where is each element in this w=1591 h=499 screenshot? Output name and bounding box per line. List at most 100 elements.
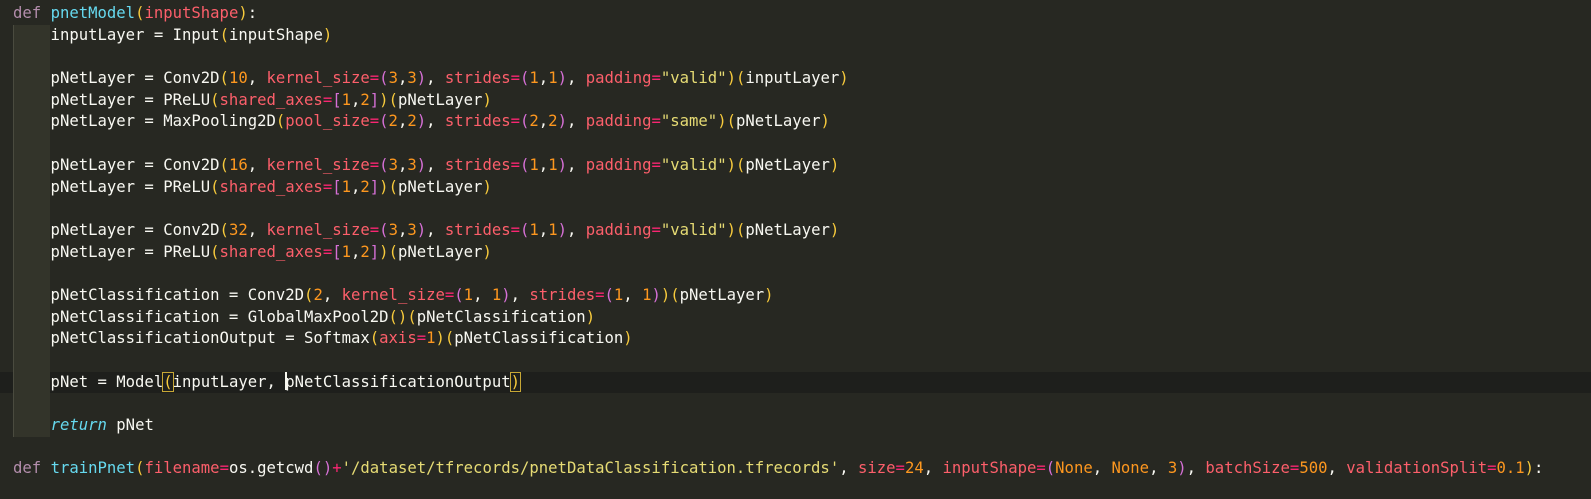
code-token: ( [379,112,389,131]
code-token: pNetLayer = Conv2D [13,155,220,174]
code-token: pNetLayer = MaxPooling2D [13,112,276,131]
code-token: pNetLayer [745,155,830,174]
code-line[interactable] [0,133,1591,155]
code-token: () [313,459,333,478]
code-token: ( [407,307,417,326]
code-token: ( [219,220,229,239]
code-token: = [510,220,521,239]
code-token: return [50,416,107,435]
code-token: ) [660,285,671,304]
code-token: = [369,112,380,131]
code-token: , [426,69,445,88]
code-token: , [1092,459,1112,478]
code-token: ) [726,220,736,239]
code-line[interactable]: def trainPnet(filename=os.getcwd()+'/dat… [0,458,1591,480]
code-token: ( [604,285,614,304]
code-token: : [1534,459,1544,478]
code-token: , [247,155,267,174]
code-token: , [351,90,361,109]
code-token: = [322,177,333,196]
code-line[interactable] [0,46,1591,69]
code-token: "valid" [660,220,727,239]
code-token: () [388,307,408,326]
code-token: ) [623,329,633,348]
code-token: 1 [548,69,558,88]
code-line[interactable]: pNetClassificationOutput = Softmax(axis=… [0,328,1591,350]
code-line[interactable] [0,198,1591,220]
code-line[interactable] [0,350,1591,372]
code-token: pNetClassificationOutput [285,372,511,391]
code-token: ) [557,155,567,174]
code-token: , [510,285,530,304]
code-token: ) [557,69,567,88]
code-editor[interactable]: def pnetModel(inputShape): inputLayer = … [0,3,1591,480]
code-text: pNetClassification = GlobalMaxPool2D()(p… [13,307,596,329]
code-token: inputShape [144,4,239,22]
code-token: 3 [407,155,417,174]
code-text: pNetLayer = Conv2D(10, kernel_size=(3,3)… [13,68,849,90]
code-token: ( [444,329,455,348]
code-token: ) [482,242,492,261]
code-token: pNetLayer [679,285,765,304]
code-token: + [332,459,342,478]
code-token: ) [501,285,511,304]
code-token: pNetClassification [416,307,586,326]
indent-guide [13,198,50,220]
code-token: ) [726,155,736,174]
code-token: pNetLayer = Conv2D [13,69,220,88]
code-line[interactable]: pNetClassification = GlobalMaxPool2D()(p… [0,306,1591,329]
current-code-line[interactable]: pNet = Model(inputLayer, pNetClassificat… [0,371,1591,394]
code-token: os.getcwd [228,459,314,478]
code-line[interactable]: return pNet [0,415,1591,437]
code-line[interactable]: pNetLayer = PReLU(shared_axes=[1,2])(pNe… [0,176,1591,199]
code-token: , [566,155,586,174]
code-line[interactable] [0,437,1591,459]
code-token: 1 [548,220,558,239]
code-token: , [397,155,408,174]
code-token: = [444,285,455,304]
code-token: Input [163,25,220,44]
code-text: pNetClassificationOutput = Softmax(axis=… [13,328,633,350]
code-token: pNetClassification [454,329,624,348]
code-token: pNetClassificationOutput = Softmax [13,329,370,348]
code-token: "valid" [660,69,727,88]
code-line[interactable]: pNetLayer = Conv2D(32, kernel_size=(3,3)… [0,219,1591,242]
code-line[interactable]: pNetLayer = PReLU(shared_axes=[1,2])(pNe… [0,89,1591,112]
code-line[interactable]: pNetClassification = Conv2D (2, kernel_si… [0,284,1591,307]
code-token: pNetLayer = Conv2D [13,220,220,239]
code-token: ) [585,307,596,326]
code-line[interactable]: pNetLayer = Conv2D(10, kernel_size=(3,3)… [0,68,1591,90]
code-token: batchSize [1205,459,1290,478]
code-token: [ [332,177,342,196]
code-token: trainPnet [50,459,136,478]
code-token: ( [210,242,220,261]
code-token: strides [444,112,511,131]
code-token: ) [416,220,427,239]
code-token: , [247,69,267,88]
code-token: = [510,69,521,88]
code-token: : [247,4,258,22]
code-token: = [416,329,427,348]
code-token: 500 [1299,459,1328,478]
code-token: ( [369,329,380,348]
code-text: pNet = Model(inputLayer, pNetClassificat… [13,371,522,394]
code-line[interactable]: def pnetModel(inputShape): [0,3,1591,25]
code-token: = [651,69,661,88]
code-line[interactable]: pNetLayer = Conv2D(16, kernel_size=(3,3)… [0,154,1591,177]
code-token: None [1055,459,1093,478]
code-line[interactable] [0,263,1591,285]
matched-bracket: ) [509,371,522,392]
code-token: , [426,155,445,174]
code-line[interactable] [0,393,1591,416]
code-line[interactable]: pNetLayer = PReLU(shared_axes=[1,2])(pNe… [0,241,1591,264]
code-token: def [13,4,51,22]
code-token: shared_axes [219,242,323,261]
code-token: 1 [341,177,351,196]
code-line[interactable]: pNetLayer = MaxPooling2D(pool_size=(2,2)… [0,111,1591,134]
code-token: padding [585,155,652,174]
code-token: ( [219,155,229,174]
code-token: , [1327,459,1347,478]
code-token: pNetClassification = Conv2D [13,285,305,304]
code-line[interactable]: inputLayer = Input(inputShape) [0,24,1591,47]
code-token: 2 [360,242,370,261]
